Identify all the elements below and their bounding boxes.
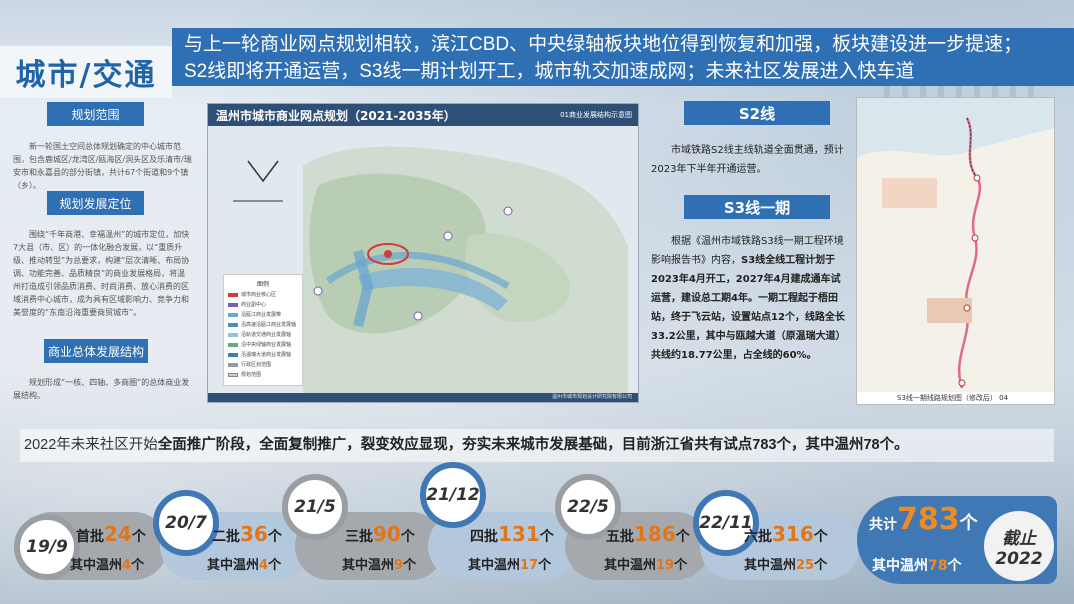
s2-line-text: 市域铁路S2线主线轨道全面贯通，预计2023年下半年开通运营。 — [651, 145, 844, 175]
batch-5-count: 五批186个 — [606, 522, 690, 546]
batch-6-wenzhou: 其中温州25个 — [744, 558, 828, 573]
batch-1-wenzhou: 其中温州4个 — [70, 558, 145, 573]
legend-item: 沿温瑞大道商业发展轴 — [228, 351, 298, 358]
batch-1-count: 首批24个 — [76, 522, 146, 546]
overall-structure-label: 商业总体发展结构 — [44, 339, 148, 363]
legend-title: 图例 — [256, 281, 269, 288]
timeline-date-4: 21/12 — [420, 462, 486, 528]
total-count: 共计783个 — [869, 502, 978, 537]
headline-line-1: 与上一轮商业网点规划相较，滨江CBD、中央绿轴板块地位得到恢复和加强，板块建设进… — [184, 34, 1023, 55]
batch-4-count: 四批131个 — [470, 522, 554, 546]
route-map-caption: S3线一期线路规划图（修改后） 04 — [857, 392, 1054, 404]
overall-structure-text: 规划形成“一核、四轴、多商圈”的总体商业发展结构。 — [13, 378, 190, 400]
planning-scope-text: 新一轮国土空间总体规划确定的中心城市范围，包含鹿城区/龙湾区/瓯海区/洞头区及乐… — [13, 142, 192, 190]
future-community-banner: 2022年未来社区开始全面推广阶段，全面复制推广，裂变效应显现，夯实未来城市发展… — [20, 429, 1054, 462]
legend-item: 沿中央绿轴商业发展轴 — [228, 341, 298, 348]
batch-3-count: 三批90个 — [345, 522, 415, 546]
planning-position-text: 围绕“千年商港、幸福温州”的城市定位，加快7大县（市、区）的一体化融合发展，以“… — [13, 230, 190, 317]
s3-line-text: 根据《温州市域铁路S3线一期工程环境影响报告书》内容，S3线全线工程计划于202… — [651, 236, 846, 361]
map-subtitle: 01商业发展结构示意图 — [560, 111, 632, 119]
headline-line-2: S2线即将开通运营，S3线一期计划开工，城市轨交加速成网；未来社区发展进入快车道 — [184, 61, 915, 82]
route-map-graphic — [857, 98, 1054, 392]
map-footer: 温州市城市规划设计研究院有限公司 — [208, 393, 638, 402]
batch-5-wenzhou: 其中温州19个 — [604, 558, 688, 573]
timeline-date-3: 21/5 — [282, 474, 348, 540]
s3-route-map: S3线一期线路规划图（修改后） 04 — [856, 97, 1055, 405]
map-title: 温州市城市商业网点规划（2021-2035年） — [216, 109, 456, 123]
map-header: 温州市城市商业网点规划（2021-2035年） 01商业发展结构示意图 — [208, 104, 638, 126]
planning-position-label: 规划发展定位 — [47, 191, 144, 215]
legend-item: 城市商业核心区 — [228, 291, 298, 298]
legend-item: 规划范围 — [228, 371, 298, 378]
section-title: 城市/交通 — [15, 58, 157, 93]
planning-scope-label: 规划范围 — [47, 102, 144, 126]
legend-item: 沿高速沿瓯江商业发展轴 — [228, 321, 298, 328]
as-of-2022-badge: 截止 2022 — [984, 511, 1054, 581]
legend-item: 沿瓯江商业发展带 — [228, 311, 298, 318]
s3-line-label: S3线一期 — [684, 195, 830, 219]
section-title-box: 城市/交通 — [0, 46, 172, 98]
commercial-planning-map: 温州市城市商业网点规划（2021-2035年） 01商业发展结构示意图 图例 城… — [207, 103, 639, 403]
legend-item: 商业副中心 — [228, 301, 298, 308]
legend-item: 行政区划范围 — [228, 361, 298, 368]
total-wenzhou: 其中温州78个 — [872, 558, 962, 574]
timeline-date-2: 20/7 — [153, 490, 219, 556]
legend-item: 沿轨道交通商业发展轴 — [228, 331, 298, 338]
batch-2-wenzhou: 其中温州4个 — [207, 558, 282, 573]
map-legend: 图例 城市商业核心区 商业副中心 沿瓯江商业发展带 沿高速沿瓯江商业发展轴 沿轨… — [223, 274, 303, 386]
s2-line-label: S2线 — [684, 101, 830, 125]
headline-banner: 与上一轮商业网点规划相较，滨江CBD、中央绿轴板块地位得到恢复和加强，板块建设进… — [172, 28, 1074, 86]
batch-4-wenzhou: 其中温州17个 — [468, 558, 552, 573]
batch-2-count: 二批36个 — [212, 522, 282, 546]
future-community-timeline: 19/9 20/7 21/5 21/12 22/5 22/11 首批24个 其中… — [0, 462, 1074, 604]
batch-3-wenzhou: 其中温州9个 — [342, 558, 417, 573]
batch-6-count: 六批316个 — [744, 522, 828, 546]
